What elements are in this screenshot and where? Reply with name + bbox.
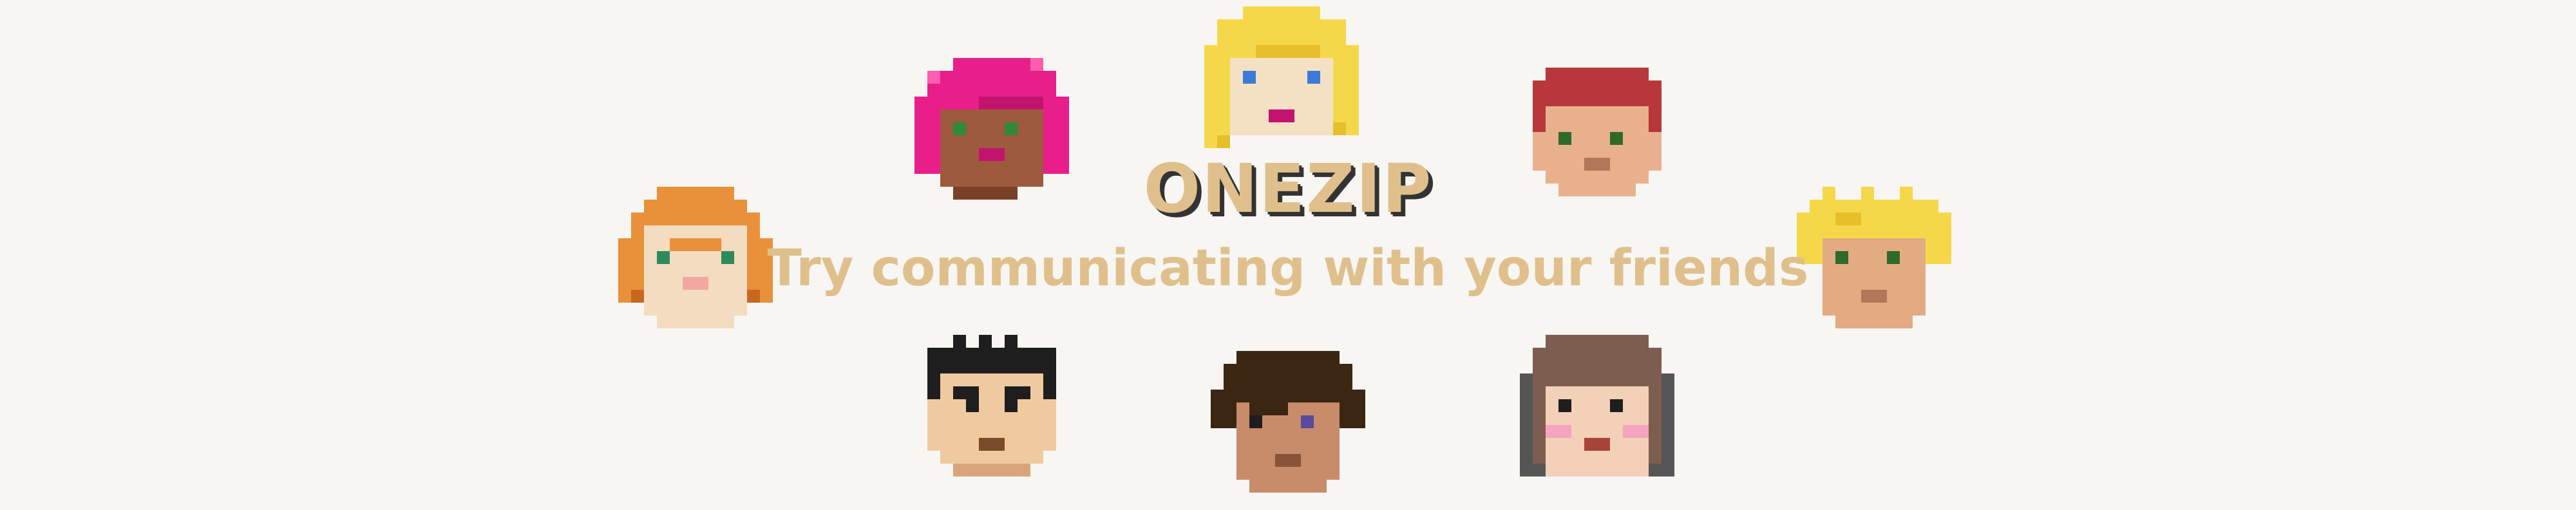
brand-title: ONEZIP bbox=[1143, 149, 1433, 228]
hero-banner: ONEZIP Try communicating with your frien… bbox=[0, 0, 2576, 510]
blonde-long-hair-avatar-icon bbox=[1204, 6, 1359, 161]
tagline: Try communicating with your friends bbox=[767, 240, 1809, 298]
dark-brown-hair-avatar-icon bbox=[1211, 351, 1365, 505]
brown-bob-hair-avatar-icon bbox=[1520, 335, 1674, 489]
black-spiky-hair-avatar-icon bbox=[914, 335, 1069, 489]
